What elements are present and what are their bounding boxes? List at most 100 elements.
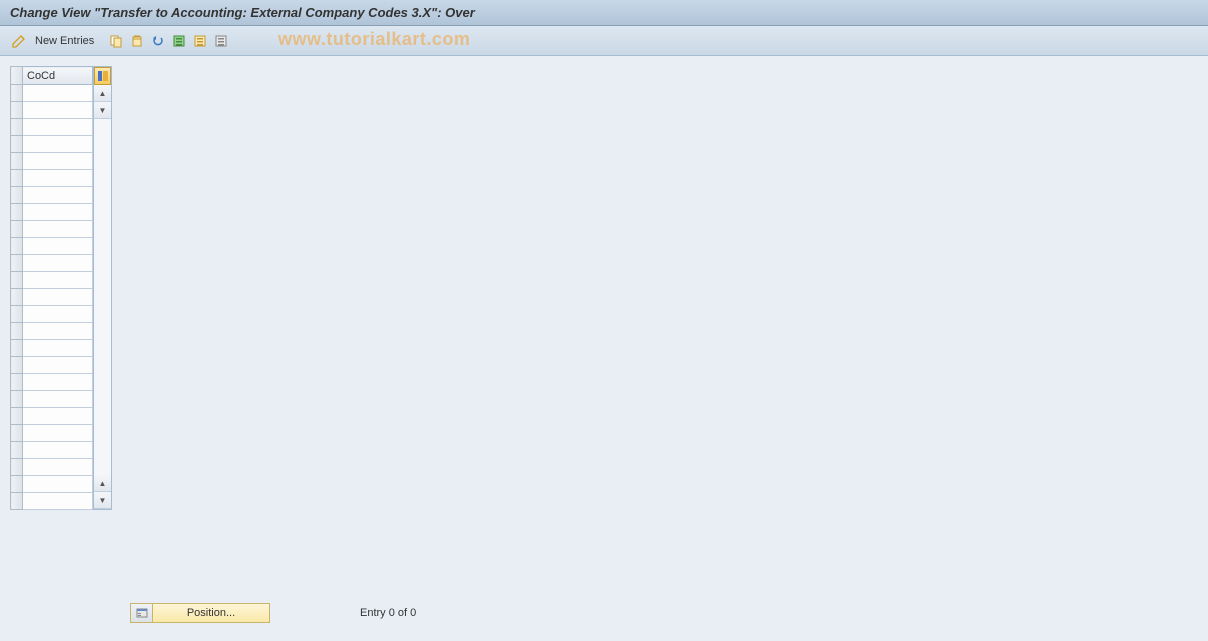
table-row (11, 204, 93, 221)
cell-cocd[interactable] (23, 493, 93, 510)
row-selector[interactable] (11, 306, 23, 323)
watermark-text: www.tutorialkart.com (278, 29, 470, 50)
cell-cocd[interactable] (23, 408, 93, 425)
row-selector[interactable] (11, 408, 23, 425)
delete-icon[interactable] (128, 32, 146, 50)
cell-cocd[interactable] (23, 85, 93, 102)
row-selector[interactable] (11, 493, 23, 510)
company-code-table: CoCd (10, 66, 93, 510)
cell-cocd[interactable] (23, 357, 93, 374)
select-block-icon[interactable] (191, 32, 209, 50)
position-label: Position... (153, 607, 269, 619)
table-row (11, 323, 93, 340)
application-toolbar: New Entries www.tutorialkart.com (0, 26, 1208, 56)
cell-cocd[interactable] (23, 255, 93, 272)
table-row (11, 102, 93, 119)
table-row (11, 340, 93, 357)
row-selector[interactable] (11, 323, 23, 340)
position-button[interactable]: Position... (130, 603, 270, 623)
table-row (11, 408, 93, 425)
table-row (11, 170, 93, 187)
cell-cocd[interactable] (23, 459, 93, 476)
table-row (11, 153, 93, 170)
row-selector[interactable] (11, 340, 23, 357)
row-selector[interactable] (11, 459, 23, 476)
vertical-scrollbar: ▲ ▼ ▲ ▼ (93, 66, 112, 510)
row-selector[interactable] (11, 136, 23, 153)
row-selector[interactable] (11, 238, 23, 255)
table-row (11, 459, 93, 476)
content-area: CoCd ▲ ▼ ▲ ▼ Position... Ent (0, 56, 1208, 641)
copy-as-icon[interactable] (107, 32, 125, 50)
table-row (11, 425, 93, 442)
row-selector[interactable] (11, 357, 23, 374)
change-display-icon[interactable] (10, 32, 28, 50)
cell-cocd[interactable] (23, 170, 93, 187)
row-selector[interactable] (11, 170, 23, 187)
row-selector[interactable] (11, 85, 23, 102)
select-all-rows-header[interactable] (11, 67, 23, 85)
table-row (11, 187, 93, 204)
row-selector[interactable] (11, 102, 23, 119)
table-row (11, 289, 93, 306)
column-header-cocd[interactable]: CoCd (23, 67, 93, 85)
table-row (11, 306, 93, 323)
cell-cocd[interactable] (23, 289, 93, 306)
row-selector[interactable] (11, 221, 23, 238)
cell-cocd[interactable] (23, 221, 93, 238)
table-row (11, 374, 93, 391)
cell-cocd[interactable] (23, 238, 93, 255)
table-row (11, 272, 93, 289)
table-row (11, 493, 93, 510)
cell-cocd[interactable] (23, 323, 93, 340)
cell-cocd[interactable] (23, 391, 93, 408)
cell-cocd[interactable] (23, 425, 93, 442)
cell-cocd[interactable] (23, 476, 93, 493)
row-selector[interactable] (11, 476, 23, 493)
deselect-all-icon[interactable] (212, 32, 230, 50)
table-row (11, 221, 93, 238)
row-selector[interactable] (11, 187, 23, 204)
table-container: CoCd ▲ ▼ ▲ ▼ (10, 66, 132, 510)
row-selector[interactable] (11, 374, 23, 391)
scroll-track[interactable] (94, 119, 111, 475)
row-selector[interactable] (11, 391, 23, 408)
scroll-up-bottom-button[interactable]: ▲ (94, 475, 111, 492)
scroll-up-button[interactable]: ▲ (94, 85, 111, 102)
table-row (11, 136, 93, 153)
cell-cocd[interactable] (23, 136, 93, 153)
cell-cocd[interactable] (23, 340, 93, 357)
cell-cocd[interactable] (23, 187, 93, 204)
cell-cocd[interactable] (23, 153, 93, 170)
cell-cocd[interactable] (23, 102, 93, 119)
row-selector[interactable] (11, 289, 23, 306)
row-selector[interactable] (11, 442, 23, 459)
table-row (11, 238, 93, 255)
row-selector[interactable] (11, 255, 23, 272)
row-selector[interactable] (11, 425, 23, 442)
footer-bar: Position... Entry 0 of 0 (130, 603, 416, 623)
cell-cocd[interactable] (23, 374, 93, 391)
select-all-icon[interactable] (170, 32, 188, 50)
table-row (11, 85, 93, 102)
undo-icon[interactable] (149, 32, 167, 50)
cell-cocd[interactable] (23, 204, 93, 221)
cell-cocd[interactable] (23, 272, 93, 289)
scroll-down-bottom-button[interactable]: ▼ (94, 492, 111, 509)
table-settings-icon[interactable] (94, 67, 111, 85)
entry-count-text: Entry 0 of 0 (360, 607, 416, 619)
table-row (11, 357, 93, 374)
row-selector[interactable] (11, 119, 23, 136)
row-selector[interactable] (11, 153, 23, 170)
position-icon (131, 604, 153, 622)
table-row (11, 119, 93, 136)
table-row (11, 391, 93, 408)
table-row (11, 476, 93, 493)
new-entries-button[interactable]: New Entries (31, 33, 102, 49)
row-selector[interactable] (11, 272, 23, 289)
cell-cocd[interactable] (23, 442, 93, 459)
row-selector[interactable] (11, 204, 23, 221)
cell-cocd[interactable] (23, 306, 93, 323)
cell-cocd[interactable] (23, 119, 93, 136)
scroll-down-button[interactable]: ▼ (94, 102, 111, 119)
